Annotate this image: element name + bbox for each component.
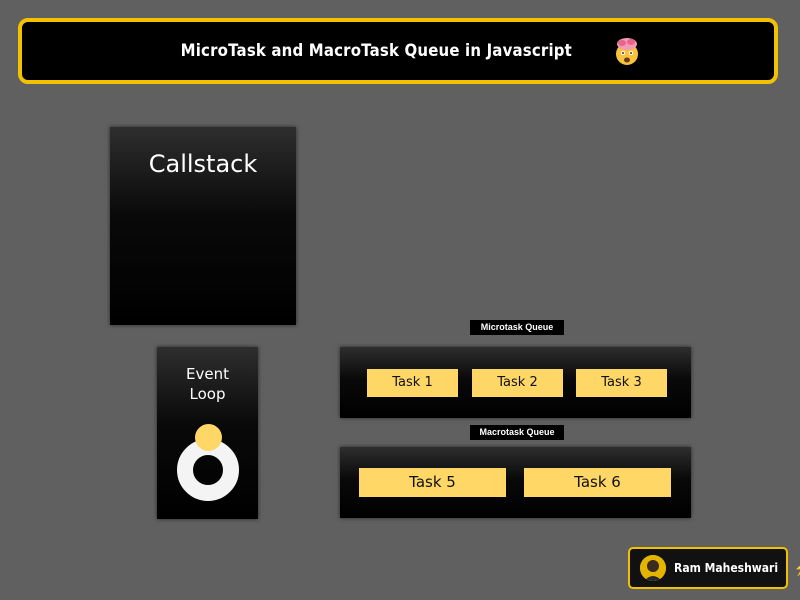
avatar (640, 555, 666, 581)
event-loop-label: Event Loop (157, 364, 258, 404)
macrotask-item: Task 5 (359, 468, 506, 497)
macrotask-item: Task 6 (524, 468, 671, 497)
macrotask-queue-label: Macrotask Queue (470, 425, 564, 440)
microtask-item: Task 1 (367, 369, 458, 397)
title-banner: MicroTask and MacroTask Queue in Javascr… (18, 18, 778, 84)
diagram-canvas: MicroTask and MacroTask Queue in Javascr… (0, 0, 800, 600)
event-loop-label-line1: Event (186, 365, 229, 383)
lightning-bolt-icon: ⚡ (794, 560, 800, 577)
event-loop-label-line2: Loop (189, 385, 226, 403)
exploding-head-icon (612, 36, 642, 66)
page-title: MicroTask and MacroTask Queue in Javascr… (180, 41, 572, 61)
microtask-queue-label: Microtask Queue (470, 320, 564, 335)
author-name: Ram Maheshwari (674, 561, 779, 575)
callstack-title: Callstack (148, 150, 258, 178)
microtask-item: Task 3 (576, 369, 667, 397)
microtask-item: Task 2 (472, 369, 563, 397)
event-loop-dot-icon (195, 424, 222, 451)
author-badge: Ram Maheshwari ⚡ (628, 547, 800, 589)
